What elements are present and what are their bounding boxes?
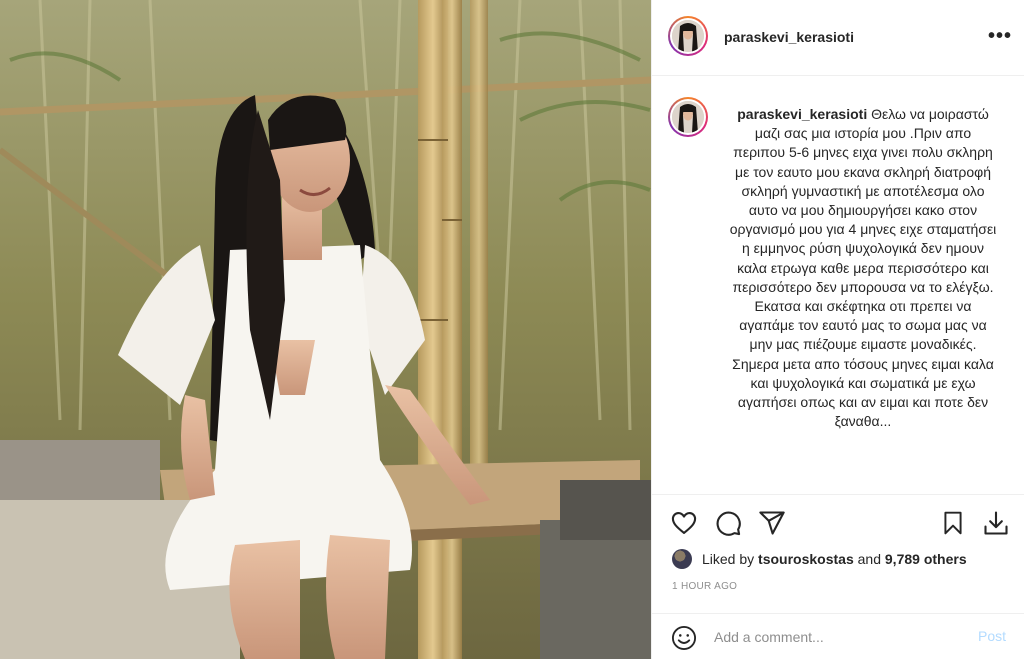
likes-prefix: Liked by [702, 551, 759, 567]
post-side-panel: paraskevi_kerasioti ••• paraskevi_kerasi… [651, 0, 1024, 659]
likes-text: Liked by tsouroskostas and 9,789 others [702, 551, 1022, 567]
caption-body: Θελω να μοιραστώ μαζι σας μια ιστορία μο… [729, 106, 997, 430]
post-photo-image [0, 0, 651, 659]
caption-text: paraskevi_kerasioti Θελω να μοιραστώ μαζ… [728, 105, 998, 431]
post-photo[interactable] [0, 0, 651, 659]
bookmark-icon[interactable] [940, 509, 966, 542]
more-horizontal-icon[interactable]: ••• [988, 26, 1012, 46]
post-header: paraskevi_kerasioti ••• [652, 0, 1024, 76]
likes-others-link[interactable]: 9,789 others [885, 551, 967, 567]
download-icon[interactable] [982, 509, 1010, 542]
smiley-icon[interactable] [670, 624, 698, 657]
paper-plane-icon[interactable] [758, 509, 786, 542]
likes-middle: and [853, 551, 885, 567]
caption-avatar[interactable] [668, 97, 708, 137]
comment-input[interactable] [714, 626, 954, 648]
heart-icon[interactable] [670, 509, 698, 542]
liker-username[interactable]: tsouroskostas [758, 551, 854, 567]
post-comment-button[interactable]: Post [978, 628, 1006, 644]
header-username[interactable]: paraskevi_kerasioti [724, 29, 854, 45]
avatar[interactable] [668, 16, 708, 56]
comment-bar: Post [652, 613, 1024, 660]
caption-area: paraskevi_kerasioti Θελω να μοιραστώ μαζ… [652, 77, 1024, 493]
comment-icon[interactable] [714, 509, 742, 542]
post-actions: Liked by tsouroskostas and 9,789 others … [652, 494, 1024, 659]
post-timestamp[interactable]: 1 HOUR AGO [672, 581, 737, 592]
avatar-image [672, 20, 704, 52]
caption-avatar-image [672, 101, 704, 133]
liker-avatar[interactable] [672, 549, 692, 569]
caption-username[interactable]: paraskevi_kerasioti [737, 106, 867, 122]
